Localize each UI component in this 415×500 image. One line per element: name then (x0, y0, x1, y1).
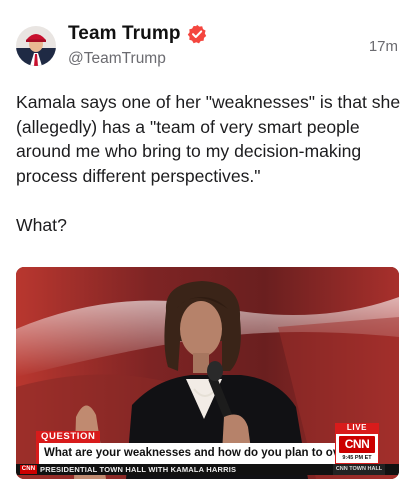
ticker-logo: CNN (20, 465, 37, 474)
author-info[interactable]: Team Trump @TeamTrump (68, 22, 207, 68)
post-video[interactable]: QUESTION What are your weaknesses and ho… (16, 267, 399, 479)
question-tag: QUESTION (36, 431, 101, 443)
timestamp[interactable]: 17m (369, 38, 398, 55)
town-hall-tag: CNN TOWN HALL (333, 464, 385, 475)
cnn-logo: CNN (339, 436, 375, 453)
question-banner: What are your weaknesses and how do you … (36, 443, 336, 464)
network-bug: CNN 9:45 PM ET (335, 433, 379, 464)
ticker-text: PRESIDENTIAL TOWN HALL WITH KAMALA HARRI… (40, 465, 237, 474)
post: Team Trump @TeamTrump 17m Kamala says on… (0, 0, 415, 500)
post-text: Kamala says one of her "weaknesses" is t… (16, 92, 401, 235)
display-name[interactable]: Team Trump (68, 23, 181, 45)
broadcast-time: 9:45 PM ET (342, 455, 372, 461)
verified-badge-icon (187, 24, 207, 44)
avatar[interactable] (16, 26, 56, 66)
live-badge: LIVE (335, 423, 379, 433)
name-row: Team Trump (68, 22, 207, 46)
broadcast-lower-third: QUESTION What are your weaknesses and ho… (16, 419, 399, 479)
handle[interactable]: @TeamTrump (68, 50, 207, 68)
